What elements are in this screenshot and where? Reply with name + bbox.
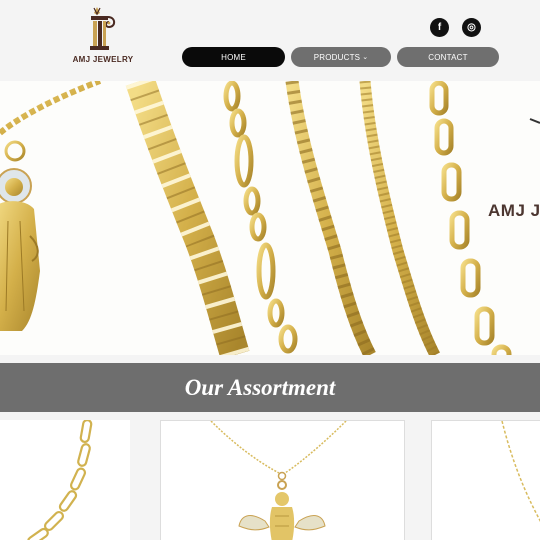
product-card[interactable] bbox=[160, 420, 405, 540]
logo-column-icon bbox=[90, 7, 116, 50]
site-header: AMJ JEWELRY f ◎ HOME PRODUCTS ⌄ CONTACT bbox=[0, 0, 540, 81]
angel-pendant-image bbox=[210, 421, 347, 540]
logo[interactable]: AMJ JEWELRY bbox=[66, 4, 140, 66]
product-card[interactable] bbox=[0, 420, 130, 540]
assortment-title: Our Assortment bbox=[184, 374, 336, 400]
nav-home-button[interactable]: HOME bbox=[182, 47, 285, 67]
page: AMJ JEWELRY f ◎ HOME PRODUCTS ⌄ CONTACT bbox=[0, 0, 540, 540]
nav-contact-button[interactable]: CONTACT bbox=[397, 47, 499, 67]
logo-text: AMJ JEWELRY bbox=[72, 55, 134, 64]
nav-products-button[interactable]: PRODUCTS ⌄ bbox=[291, 47, 391, 67]
instagram-icon[interactable]: ◎ bbox=[462, 18, 481, 37]
nav-products-label: PRODUCTS bbox=[313, 52, 361, 62]
paperclip-chain-image bbox=[27, 420, 93, 540]
assortment-banner: Our Assortment bbox=[0, 363, 540, 412]
facebook-icon[interactable]: f bbox=[430, 18, 449, 37]
hero-brand-text: AMJ J bbox=[488, 201, 540, 220]
chain-image bbox=[501, 421, 540, 522]
nav-home-label: HOME bbox=[221, 52, 246, 62]
product-card[interactable] bbox=[431, 420, 540, 540]
nav-contact-label: CONTACT bbox=[428, 52, 468, 62]
chevron-down-icon: ⌄ bbox=[362, 54, 369, 61]
hero-banner[interactable]: AMJ J bbox=[0, 81, 540, 355]
gold-chains-image bbox=[0, 81, 540, 355]
